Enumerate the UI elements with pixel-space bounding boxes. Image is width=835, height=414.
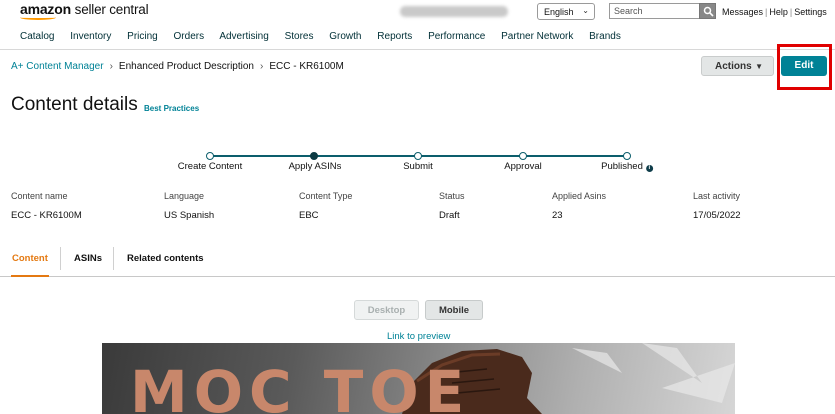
mobile-preview-button[interactable]: Mobile [425,300,483,320]
content-banner-image: MOC TOE [102,343,735,414]
caret-down-icon: ▼ [755,62,763,71]
detail-value-content-name: ECC - KR6100M [11,210,82,221]
nav-item-reports[interactable]: Reports [377,31,412,42]
nav-item-inventory[interactable]: Inventory [70,31,111,42]
top-links: Messages | Help | Settings [722,7,827,17]
logo-product: seller central [74,2,149,17]
detail-value-last-activity: 17/05/2022 [693,210,741,221]
nav-item-stores[interactable]: Stores [285,31,314,42]
tab-related-contents[interactable]: Related contents [127,253,204,264]
detail-value-applied-asins: 23 [552,210,563,221]
top-bar: amazon seller central English ⌄ Search M… [0,0,835,25]
detail-label-last-activity: Last activity [693,191,741,201]
divider: | [789,7,793,17]
detail-value-status: Draft [439,210,460,221]
tab-divider [60,247,61,270]
breadcrumb: A+ Content Manager › Enhanced Product Desc… [11,61,344,72]
search-input[interactable]: Search [609,3,699,19]
language-select[interactable]: English ⌄ [537,3,595,20]
messages-link[interactable]: Messages [722,7,763,17]
tab-asins[interactable]: ASINs [74,253,102,264]
nav-item-growth[interactable]: Growth [329,31,361,42]
detail-label-content-name: Content name [11,191,68,201]
desktop-preview-button[interactable]: Desktop [354,300,419,320]
step-published: Published i [601,161,653,172]
step-dot-apply-asins [310,152,318,160]
detail-label-content-type: Content Type [299,191,353,201]
step-dot-submit [414,152,422,160]
main-nav: Catalog Inventory Pricing Orders Adverti… [20,31,634,45]
detail-value-content-type: EBC [299,210,319,221]
chevron-right-icon: › [109,61,113,72]
actions-button[interactable]: Actions ▼ [701,56,774,76]
active-tab-underline [11,275,49,277]
chevron-down-icon: ⌄ [582,6,589,15]
actions-label: Actions [715,61,752,72]
tab-divider [113,247,114,270]
link-to-preview[interactable]: Link to preview [387,331,450,342]
edit-highlight-box [777,44,832,90]
breadcrumb-current: ECC - KR6100M [269,61,344,72]
nav-item-performance[interactable]: Performance [428,31,485,42]
info-icon[interactable]: i [645,165,653,172]
detail-value-language: US Spanish [164,210,215,221]
nav-item-catalog[interactable]: Catalog [20,31,54,42]
breadcrumb-enhanced-product-description[interactable]: Enhanced Product Description [119,61,254,72]
language-value: English [544,7,574,17]
step-label-published: Published [601,161,643,172]
step-dot-create-content [206,152,214,160]
tabs-divider [0,276,835,277]
settings-link[interactable]: Settings [794,7,827,17]
banner-headline: MOC TOE [130,358,471,414]
step-label-create-content: Create Content [177,161,243,172]
nav-item-pricing[interactable]: Pricing [127,31,158,42]
logo-smile-icon [20,15,56,20]
nav-item-partner-network[interactable]: Partner Network [501,31,573,42]
step-label-apply-asins: Apply ASINs [288,161,342,172]
nav-divider [0,49,835,50]
search-button[interactable] [699,3,716,19]
detail-label-status: Status [439,191,465,201]
divider: | [765,7,768,17]
account-name-blurred[interactable] [400,6,508,17]
detail-label-language: Language [164,191,205,201]
chevron-right-icon: › [259,61,264,72]
detail-label-applied-asins: Applied Asins [552,191,607,201]
step-label-submit: Submit [403,161,433,172]
page-title: Content details [11,94,138,115]
nav-item-brands[interactable]: Brands [589,31,621,42]
breadcrumb-a-plus-content-manager[interactable]: A+ Content Manager [11,61,104,72]
step-label-approval: Approval [504,161,542,172]
search-icon [703,6,714,17]
nav-item-advertising[interactable]: Advertising [219,31,268,42]
step-dot-approval [519,152,527,160]
help-link[interactable]: Help [769,7,788,17]
best-practices-link[interactable]: Best Practices [144,104,199,113]
nav-item-orders[interactable]: Orders [174,31,205,42]
tab-content[interactable]: Content [12,253,48,264]
step-dot-published [623,152,631,160]
